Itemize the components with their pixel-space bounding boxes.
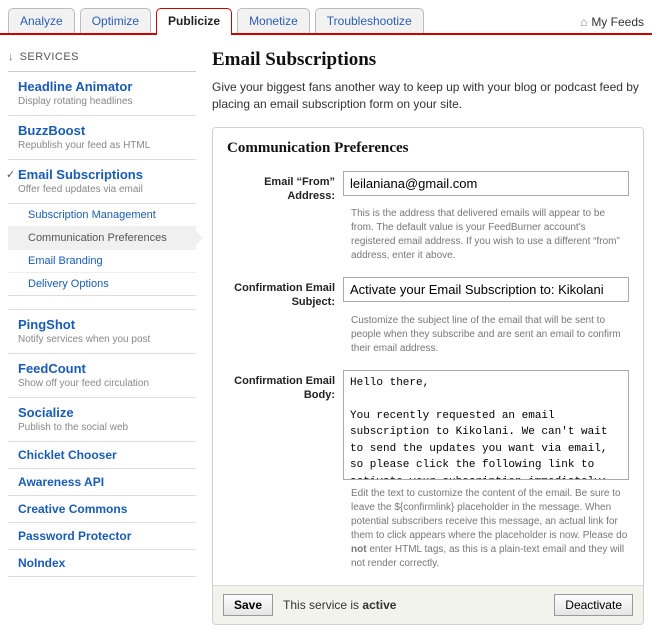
status-pre: This service is — [283, 598, 362, 612]
sidebar-item-title: PingShot — [18, 317, 192, 332]
my-feeds-link[interactable]: ⌂ My Feeds — [580, 15, 644, 33]
sidebar-item-desc: Notify services when you post — [18, 334, 192, 346]
sidebar-item-title: FeedCount — [18, 361, 192, 376]
sidebar-item-email-subscriptions[interactable]: ✓ Email Subscriptions Offer feed updates… — [8, 160, 196, 204]
confirmation-subject-input[interactable] — [343, 277, 629, 302]
confirmation-body-help: Edit the text to customize the content o… — [351, 487, 629, 571]
confirmation-body-label: Confirmation Email Body: — [227, 370, 343, 483]
help-post: enter HTML tags, as this is a plain-text… — [351, 544, 624, 569]
sidebar-sub-subscription-management[interactable]: Subscription Management — [8, 204, 196, 227]
sidebar-gap — [8, 296, 196, 310]
sidebar-item-title: Password Protector — [18, 529, 192, 543]
help-pre: Edit the text to customize the content o… — [351, 488, 627, 541]
preferences-panel: Communication Preferences Email “From” A… — [212, 127, 644, 625]
sidebar-item-title: Awareness API — [18, 475, 192, 489]
services-header: ↓ SERVICES — [8, 51, 196, 72]
sidebar-sub-email-branding[interactable]: Email Branding — [8, 250, 196, 273]
my-feeds-label: My Feeds — [591, 15, 644, 29]
sidebar-item-socialize[interactable]: Socialize Publish to the social web — [8, 398, 196, 442]
confirmation-subject-label: Confirmation Email Subject: — [227, 277, 343, 310]
from-address-label: Email “From” Address: — [227, 171, 343, 204]
status-bold: active — [362, 598, 396, 612]
sort-arrow-icon: ↓ — [8, 51, 14, 63]
tab-monetize[interactable]: Monetize — [237, 8, 310, 33]
sidebar-item-pingshot[interactable]: PingShot Notify services when you post — [8, 310, 196, 354]
tab-analyze[interactable]: Analyze — [8, 8, 75, 33]
sidebar-sub-delivery-options[interactable]: Delivery Options — [8, 273, 196, 296]
sidebar-item-buzzboost[interactable]: BuzzBoost Republish your feed as HTML — [8, 116, 196, 160]
sidebar-item-title: NoIndex — [18, 556, 192, 570]
check-icon: ✓ — [6, 168, 15, 181]
panel-title: Communication Preferences — [227, 140, 629, 157]
tab-publicize[interactable]: Publicize — [156, 8, 232, 35]
tabs-bar: Analyze Optimize Publicize Monetize Trou… — [0, 0, 652, 35]
sidebar-item-title: Socialize — [18, 405, 192, 420]
sidebar-item-creative-commons[interactable]: Creative Commons — [8, 496, 196, 523]
sidebar-item-desc: Publish to the social web — [18, 422, 192, 434]
tab-troubleshootize[interactable]: Troubleshootize — [315, 8, 424, 33]
sidebar-item-desc: Display rotating headlines — [18, 96, 192, 108]
sidebar-sub-communication-preferences[interactable]: Communication Preferences — [8, 227, 196, 250]
sidebar-item-desc: Offer feed updates via email — [18, 184, 192, 196]
help-bold: not — [351, 544, 367, 555]
sidebar-item-title: Headline Animator — [18, 79, 192, 94]
sidebar-item-password-protector[interactable]: Password Protector — [8, 523, 196, 550]
from-address-help: This is the address that delivered email… — [351, 207, 629, 263]
sidebar-item-title: BuzzBoost — [18, 123, 192, 138]
sidebar-item-desc: Show off your feed circulation — [18, 378, 192, 390]
sidebar-item-title: Chicklet Chooser — [18, 448, 192, 462]
sidebar-item-desc: Republish your feed as HTML — [18, 140, 192, 152]
sidebar-item-headline-animator[interactable]: Headline Animator Display rotating headl… — [8, 72, 196, 116]
sidebar-item-feedcount[interactable]: FeedCount Show off your feed circulation — [8, 354, 196, 398]
save-button[interactable]: Save — [223, 594, 273, 616]
sidebar-item-title: Creative Commons — [18, 502, 192, 516]
home-icon: ⌂ — [580, 15, 587, 29]
page-title: Email Subscriptions — [212, 49, 644, 71]
sidebar-item-title: Email Subscriptions — [18, 167, 192, 182]
sidebar-item-awareness-api[interactable]: Awareness API — [8, 469, 196, 496]
sidebar-item-chicklet-chooser[interactable]: Chicklet Chooser — [8, 442, 196, 469]
service-status: This service is active — [283, 598, 396, 612]
panel-footer: Save This service is active Deactivate — [213, 586, 643, 624]
services-sidebar: ↓ SERVICES Headline Animator Display rot… — [8, 35, 196, 625]
main-content: Email Subscriptions Give your biggest fa… — [196, 35, 644, 625]
sidebar-item-noindex[interactable]: NoIndex — [8, 550, 196, 577]
confirmation-subject-help: Customize the subject line of the email … — [351, 314, 629, 356]
tab-optimize[interactable]: Optimize — [80, 8, 151, 33]
services-header-label: SERVICES — [20, 51, 79, 63]
from-address-input[interactable] — [343, 171, 629, 196]
page-intro: Give your biggest fans another way to ke… — [212, 79, 644, 113]
deactivate-button[interactable]: Deactivate — [554, 594, 633, 616]
confirmation-body-textarea[interactable] — [343, 370, 629, 480]
